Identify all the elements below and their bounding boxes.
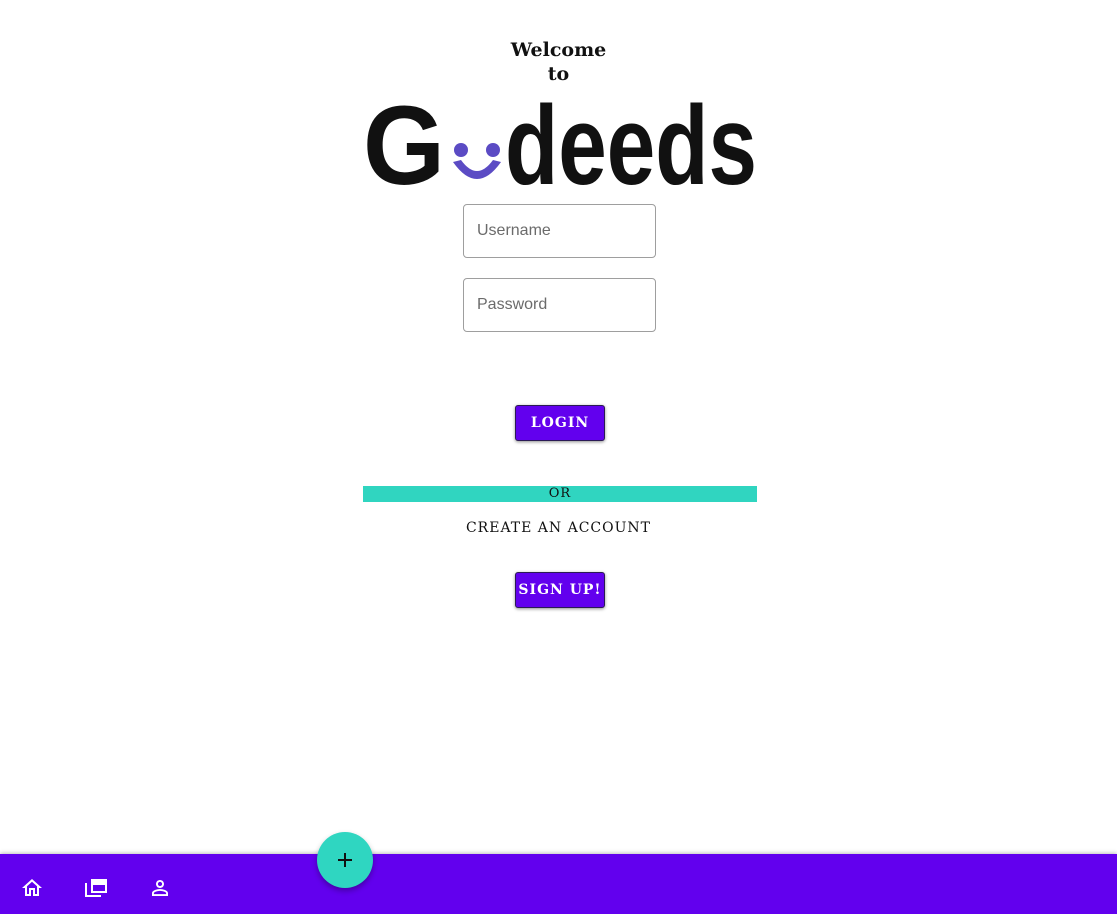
password-input[interactable] xyxy=(463,278,656,332)
gudeeds-logo: G deeds xyxy=(363,98,757,190)
welcome-heading: Welcome to xyxy=(0,38,1117,86)
logo-text-end: deeds xyxy=(505,98,757,190)
or-label: OR xyxy=(548,486,572,501)
person-icon[interactable] xyxy=(148,876,172,900)
bottom-navigation-bar xyxy=(0,854,1117,914)
login-button[interactable]: LOGIN xyxy=(515,405,605,441)
signup-button[interactable]: SIGN UP! xyxy=(515,572,605,608)
welcome-line-1: Welcome xyxy=(510,39,607,61)
plus-icon xyxy=(338,853,352,867)
username-input[interactable] xyxy=(463,204,656,258)
gallery-icon[interactable] xyxy=(84,876,108,900)
home-icon[interactable] xyxy=(20,876,44,900)
login-page: Welcome to G deeds LOGIN OR CREATE AN AC… xyxy=(0,0,1117,914)
add-button[interactable] xyxy=(317,832,373,888)
welcome-line-2: to xyxy=(547,63,570,85)
or-divider: OR xyxy=(363,486,757,502)
smiley-face-icon xyxy=(453,143,501,179)
logo-text-start: G xyxy=(363,98,445,190)
create-account-label: CREATE AN ACCOUNT xyxy=(465,520,652,536)
